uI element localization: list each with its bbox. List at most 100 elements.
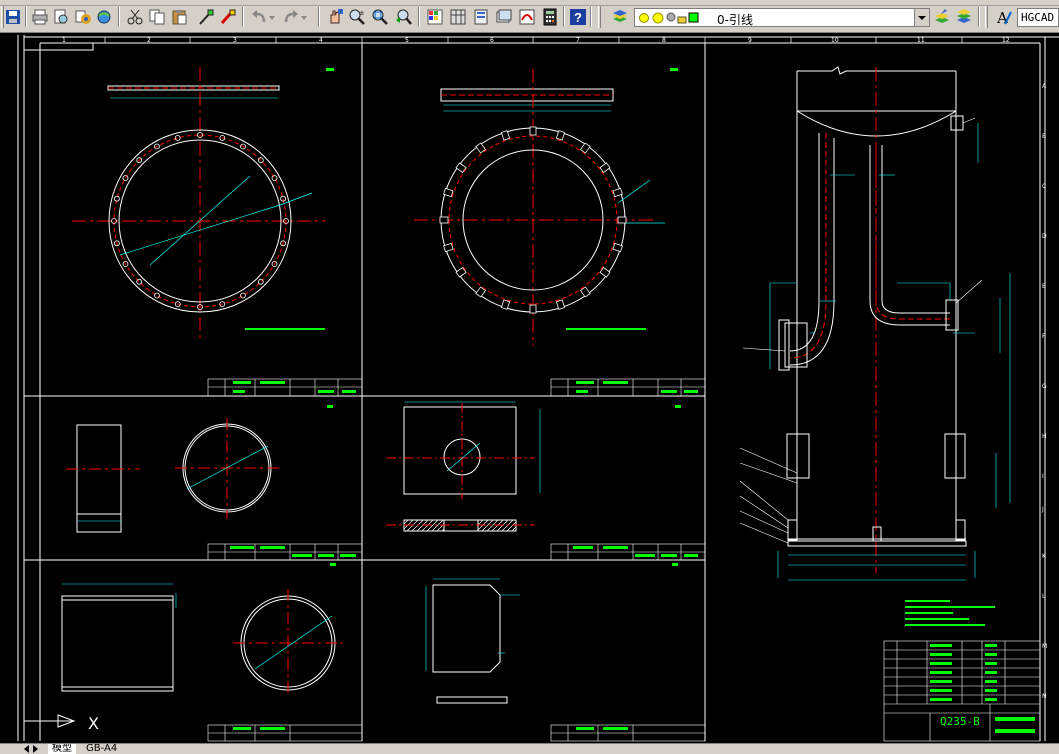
- layer-dropdown[interactable]: 0-引线: [634, 8, 930, 27]
- col-number: 7: [576, 37, 580, 44]
- row-letter: J: [1041, 506, 1044, 513]
- flange-ring-view: [72, 67, 325, 338]
- bolt-hole: [240, 292, 246, 299]
- ring-slot: [612, 187, 623, 198]
- row-letter: B: [1042, 133, 1046, 140]
- paste-icon[interactable]: [170, 8, 188, 26]
- ring-slot: [555, 130, 566, 141]
- toolbar-separator: [318, 7, 320, 27]
- row-letter: D: [1042, 233, 1047, 240]
- ring-slot: [500, 130, 511, 141]
- ring-slot: [500, 299, 511, 310]
- bolt-hole: [257, 278, 264, 285]
- design-center-icon[interactable]: [449, 8, 467, 26]
- col-number: 2: [147, 37, 151, 44]
- markup-icon[interactable]: [518, 8, 536, 26]
- row-letter: H: [1042, 433, 1047, 440]
- material-spec-text: Q235-B: [940, 715, 980, 728]
- print-icon[interactable]: [31, 8, 49, 26]
- row-letter: F: [1042, 333, 1046, 340]
- layout-tab-bar: 模型 GB-A4: [0, 743, 1059, 754]
- ring-slot: [612, 242, 623, 253]
- layer-previous-icon[interactable]: [955, 8, 973, 26]
- col-number: 6: [490, 37, 494, 44]
- col-number: 1: [62, 37, 66, 44]
- properties-icon[interactable]: [426, 8, 444, 26]
- text-style-icon[interactable]: A: [995, 8, 1013, 26]
- cut-icon[interactable]: [126, 8, 144, 26]
- slotted-ring-view: [414, 69, 665, 345]
- pan-icon[interactable]: [326, 8, 344, 26]
- publish-icon[interactable]: [74, 8, 92, 26]
- ucs-x-label: X: [88, 714, 99, 733]
- col-number: 4: [319, 37, 323, 44]
- layer-make-current-icon[interactable]: [933, 8, 951, 26]
- match-properties-icon[interactable]: [197, 8, 215, 26]
- menu-strip: [0, 0, 1059, 6]
- svg-text:±: ±: [360, 10, 364, 17]
- zoom-window-icon[interactable]: [371, 8, 389, 26]
- col-number: 12: [1002, 37, 1010, 44]
- ring-slot: [529, 304, 537, 314]
- tab-next-icon[interactable]: [33, 745, 38, 753]
- redo-icon[interactable]: [282, 8, 300, 26]
- col-number: 10: [831, 37, 839, 44]
- toolbar-grip[interactable]: [985, 6, 988, 28]
- tool-palette-icon[interactable]: [472, 8, 490, 26]
- row-letter: M: [1042, 643, 1047, 650]
- toolbar-separator: [242, 7, 244, 27]
- bolt-hole: [122, 175, 129, 181]
- zoom-realtime-icon[interactable]: ±: [348, 8, 366, 26]
- chevron-down-icon[interactable]: [914, 9, 929, 26]
- web-publish-icon[interactable]: [95, 8, 113, 26]
- ring-slot: [555, 299, 566, 310]
- redo-dropdown-icon[interactable]: [300, 8, 308, 26]
- toolbar-separator: [590, 7, 592, 27]
- sheet-set-icon[interactable]: [495, 8, 513, 26]
- text-style-dropdown[interactable]: HGCAD: [1017, 8, 1059, 27]
- svg-text:?: ?: [574, 10, 582, 25]
- layer-name: 0-引线: [717, 13, 753, 27]
- col-number: 3: [233, 37, 237, 44]
- toolbar-separator: [25, 7, 27, 27]
- cad-drawing[interactable]: 1 2 3 4 5 6 7 8 9 10 11 12 A B C D E F G…: [0, 33, 1059, 743]
- sub-sheet-frames: [24, 43, 706, 741]
- row-letter: I: [1042, 473, 1044, 480]
- ring-slot: [599, 162, 611, 174]
- paintbrush-icon[interactable]: [219, 8, 237, 26]
- undo-dropdown-icon[interactable]: [268, 8, 276, 26]
- zoom-previous-icon[interactable]: [395, 8, 413, 26]
- ring-slot: [579, 142, 591, 154]
- ring-slot: [443, 187, 454, 198]
- toolbar-separator: [118, 7, 120, 27]
- row-letter: G: [1042, 383, 1047, 390]
- undo-icon[interactable]: [250, 8, 268, 26]
- bolt-hole: [136, 278, 143, 285]
- layer-manager-icon[interactable]: [611, 8, 629, 26]
- ring-slot: [617, 216, 627, 224]
- calculator-icon[interactable]: [541, 8, 559, 26]
- ucs-icon: [24, 714, 76, 728]
- ring-slot: [529, 126, 537, 136]
- bolt-hole: [154, 292, 160, 299]
- tab-prev-icon[interactable]: [24, 745, 29, 753]
- col-number: 9: [748, 37, 752, 44]
- col-number: 8: [662, 37, 666, 44]
- bolt-hole: [271, 175, 278, 181]
- long-pipe-view: [61, 583, 343, 697]
- layer-state-icons: [639, 12, 699, 24]
- toolbar-separator: [418, 7, 420, 27]
- plot-preview-icon[interactable]: [52, 8, 70, 26]
- help-icon[interactable]: ?: [569, 8, 587, 26]
- col-number: 11: [917, 37, 925, 44]
- row-letters: A B C D E F G H I J K L M N: [1041, 83, 1047, 700]
- row-letter: A: [1042, 83, 1047, 90]
- col-number: 5: [405, 37, 409, 44]
- chamfer-plate-view: [425, 578, 520, 704]
- row-letter: E: [1042, 283, 1046, 290]
- copy-icon[interactable]: [148, 8, 166, 26]
- ring-slot: [443, 242, 454, 253]
- toolbar-grip[interactable]: [598, 6, 601, 28]
- save-icon[interactable]: [4, 8, 22, 26]
- drawing-canvas[interactable]: 1 2 3 4 5 6 7 8 9 10 11 12 A B C D E F G…: [0, 33, 1059, 743]
